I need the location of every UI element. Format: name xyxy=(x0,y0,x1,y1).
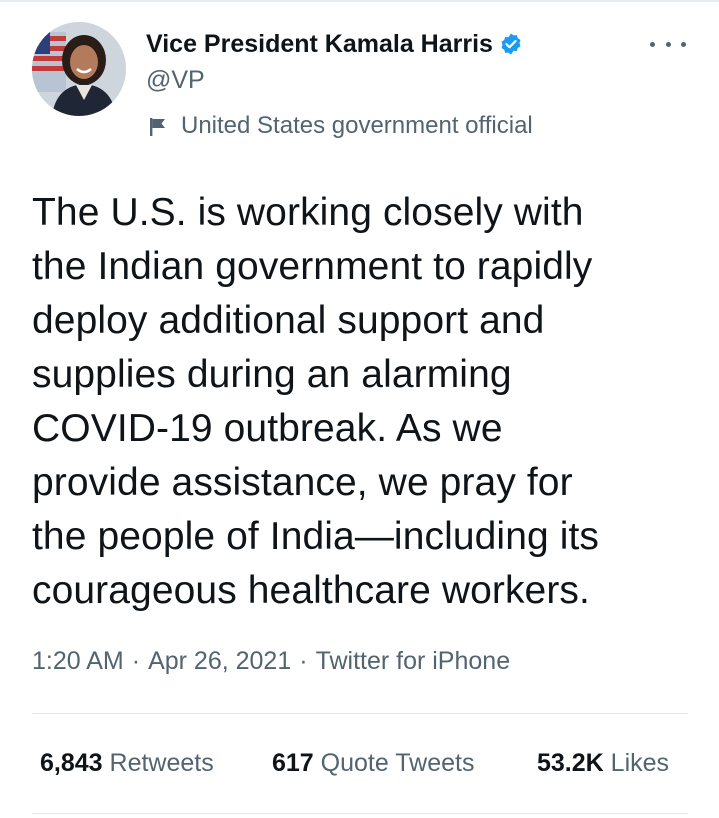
quote-tweets-label: Quote Tweets xyxy=(320,749,475,777)
meta-separator: · xyxy=(131,647,141,675)
verified-badge-icon xyxy=(499,32,523,56)
more-dot xyxy=(650,41,655,47)
retweets-label: Retweets xyxy=(109,749,214,777)
retweets-stat[interactable]: 6,843 Retweets xyxy=(40,749,214,778)
author-display-name[interactable]: Vice President Kamala Harris xyxy=(146,30,493,59)
tweet-time[interactable]: 1:20 AM xyxy=(32,647,124,675)
likes-count: 53.2K xyxy=(537,749,604,777)
likes-label: Likes xyxy=(610,749,670,777)
tweet-date[interactable]: Apr 26, 2021 xyxy=(148,647,291,675)
more-options-icon[interactable] xyxy=(650,34,686,54)
top-divider xyxy=(0,0,719,2)
meta-separator: · xyxy=(299,647,308,675)
author-name-row[interactable]: Vice President Kamala Harris xyxy=(146,27,523,61)
likes-stat[interactable]: 53.2K Likes xyxy=(537,749,669,778)
author-handle[interactable]: @VP xyxy=(146,66,205,95)
avatar[interactable] xyxy=(32,22,126,116)
more-dot xyxy=(665,41,671,47)
divider xyxy=(32,813,688,814)
divider xyxy=(32,713,688,714)
avatar-image xyxy=(32,22,126,116)
more-dot xyxy=(681,41,686,47)
tweet-source[interactable]: Twitter for iPhone xyxy=(316,647,511,675)
retweets-count: 6,843 xyxy=(40,749,103,777)
flag-icon xyxy=(149,116,167,136)
tweet-meta: 1:20 AM · Apr 26, 2021 · Twitter for iPhone xyxy=(32,647,510,676)
quote-tweets-count: 617 xyxy=(272,749,314,777)
quote-tweets-stat[interactable]: 617 Quote Tweets xyxy=(272,749,474,778)
government-label[interactable]: United States government official xyxy=(149,112,533,140)
government-label-text: United States government official xyxy=(181,112,533,139)
tweet-text: The U.S. is working closely with the Ind… xyxy=(32,191,600,612)
